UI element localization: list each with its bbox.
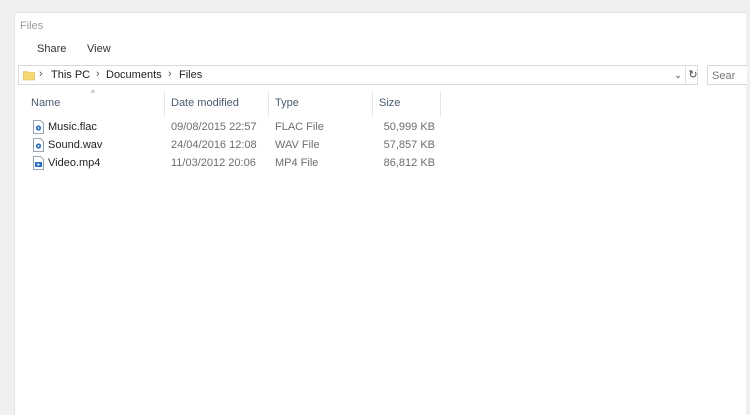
ribbon: Share View: [15, 41, 746, 61]
file-type: FLAC File: [275, 121, 324, 133]
refresh-icon[interactable]: ↻: [685, 66, 700, 84]
column-header-name[interactable]: Name: [25, 92, 165, 116]
file-date-modified: 09/08/2015 22:57: [171, 121, 257, 133]
address-history-dropdown-icon[interactable]: ⌄: [671, 67, 685, 83]
file-name: Music.flac: [48, 121, 97, 133]
file-size: 57,857 KB: [383, 139, 435, 151]
file-date-modified: 24/04/2016 12:08: [171, 139, 257, 151]
address-row: › This PC › Documents › Files ⌄ ↻: [15, 65, 747, 87]
window-title: Files: [20, 20, 44, 32]
search-input[interactable]: [708, 67, 747, 84]
file-size: 86,812 KB: [383, 157, 435, 169]
file-type: WAV File: [275, 139, 320, 151]
file-row[interactable]: Music.flac 09/08/2015 22:57 FLAC File 50…: [31, 119, 451, 137]
breadcrumb-documents[interactable]: Documents: [106, 69, 162, 81]
video-file-icon: [33, 156, 44, 170]
column-header-date-modified[interactable]: Date modified: [165, 92, 269, 116]
audio-file-icon: [33, 120, 44, 134]
file-type: MP4 File: [275, 157, 319, 169]
file-name: Sound.wav: [48, 139, 103, 151]
ribbon-tab-share[interactable]: Share: [37, 43, 66, 55]
file-row[interactable]: Sound.wav 24/04/2016 12:08 WAV File 57,8…: [31, 137, 451, 155]
file-date-modified: 11/03/2012 20:06: [171, 157, 256, 169]
search-box[interactable]: [707, 65, 747, 85]
breadcrumb-separator: ›: [39, 68, 43, 80]
breadcrumb-this-pc[interactable]: This PC: [51, 69, 90, 81]
audio-file-icon: [33, 138, 44, 152]
file-size: 50,999 KB: [383, 121, 435, 133]
file-row[interactable]: Video.mp4 11/03/2012 20:06 MP4 File 86,8…: [31, 155, 451, 173]
folder-icon: [23, 71, 35, 81]
address-bar[interactable]: › This PC › Documents › Files ⌄ ↻: [18, 65, 698, 85]
column-header-type[interactable]: Type: [269, 92, 373, 116]
breadcrumb-files[interactable]: Files: [179, 69, 202, 81]
file-explorer-window: Files Share View › This PC › Documents ›…: [14, 12, 747, 415]
breadcrumb-separator: ›: [96, 68, 100, 80]
file-name: Video.mp4: [48, 157, 101, 169]
breadcrumb-separator: ›: [168, 68, 172, 80]
column-header-size[interactable]: Size: [373, 92, 441, 116]
ribbon-tab-view[interactable]: View: [87, 43, 111, 55]
